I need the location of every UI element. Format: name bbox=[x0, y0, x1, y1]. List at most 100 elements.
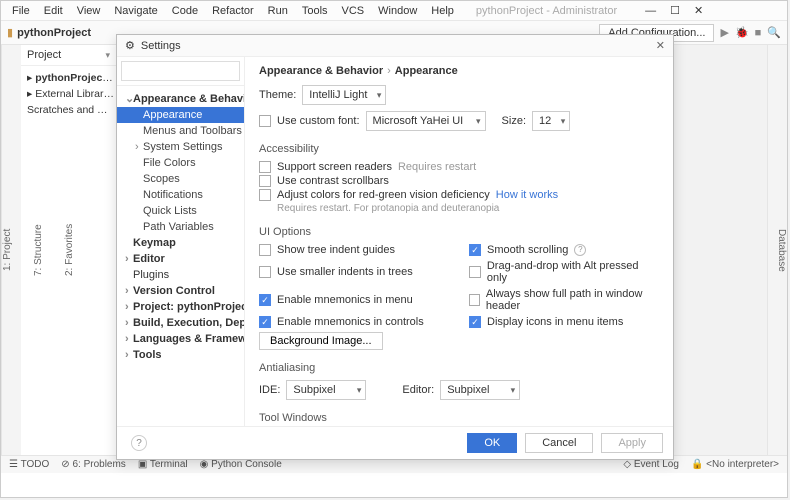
chevron-down-icon[interactable]: ▾ bbox=[105, 50, 110, 61]
ok-button[interactable]: OK bbox=[467, 433, 517, 453]
menu-edit[interactable]: Edit bbox=[39, 3, 68, 19]
settings-search-input[interactable] bbox=[121, 61, 240, 81]
menu-navigate[interactable]: Navigate bbox=[109, 3, 162, 19]
settings-tree-quick-lists[interactable]: Quick Lists bbox=[117, 203, 244, 219]
status-event-log[interactable]: ◇ Event Log bbox=[623, 459, 679, 470]
opt-label: Display icons in menu items bbox=[487, 316, 623, 328]
settings-tree-editor[interactable]: ›Editor bbox=[117, 251, 244, 267]
right-tool-strip: Database SciView bbox=[767, 45, 787, 455]
strip-project[interactable]: 1: Project bbox=[2, 229, 13, 271]
settings-tree-scopes[interactable]: Scopes bbox=[117, 171, 244, 187]
breadcrumb: Appearance & Behavior›Appearance bbox=[259, 65, 659, 77]
checkbox-display-icons-in-menu-items[interactable] bbox=[469, 316, 481, 328]
settings-tree-notifications[interactable]: Notifications bbox=[117, 187, 244, 203]
settings-tree-plugins[interactable]: Plugins bbox=[117, 267, 244, 283]
stop-icon[interactable]: ■ bbox=[755, 27, 762, 39]
close-icon[interactable]: ✕ bbox=[689, 2, 708, 19]
checkbox-always-show-full-path-in-window-header[interactable] bbox=[469, 294, 480, 306]
menu-window[interactable]: Window bbox=[373, 3, 422, 19]
status-todo[interactable]: ☰ TODO bbox=[9, 459, 49, 470]
checkbox-support-screen-readers[interactable] bbox=[259, 161, 271, 173]
menu-view[interactable]: View bbox=[72, 3, 106, 19]
menu-tools[interactable]: Tools bbox=[297, 3, 333, 19]
maximize-icon[interactable]: ☐ bbox=[665, 2, 685, 19]
checkbox-drag-and-drop-with-alt-pressed-only[interactable] bbox=[469, 266, 481, 278]
checkbox-smooth-scrolling[interactable] bbox=[469, 244, 481, 256]
status-terminal[interactable]: ▣ Terminal bbox=[138, 459, 188, 470]
project-panel-title: Project bbox=[27, 49, 61, 61]
strip-structure[interactable]: 7: Structure bbox=[33, 224, 44, 276]
settings-tree-menus-and-toolbars[interactable]: Menus and Toolbars bbox=[117, 123, 244, 139]
menubar: File Edit View Navigate Code Refactor Ru… bbox=[1, 1, 787, 21]
opt-label: Smooth scrolling bbox=[487, 244, 568, 256]
breadcrumb-project[interactable]: pythonProject bbox=[17, 27, 91, 39]
menu-code[interactable]: Code bbox=[167, 3, 203, 19]
section-antialiasing: Antialiasing bbox=[259, 362, 659, 374]
section-accessibility: Accessibility bbox=[259, 143, 659, 155]
menu-run[interactable]: Run bbox=[263, 3, 293, 19]
settings-tree-appearance-behavior[interactable]: ⌄Appearance & Behavior bbox=[117, 90, 244, 107]
settings-dialog: ⚙ Settings ✕ ⌄Appearance & BehaviorAppea… bbox=[116, 34, 674, 460]
debug-icon[interactable]: 🐞 bbox=[735, 26, 749, 39]
how-it-works-link[interactable]: How it works bbox=[496, 189, 558, 201]
help-icon[interactable]: ? bbox=[131, 435, 147, 451]
menu-file[interactable]: File bbox=[7, 3, 35, 19]
run-icon[interactable]: ▶ bbox=[720, 26, 728, 39]
checkbox-enable-mnemonics-in-controls[interactable] bbox=[259, 316, 271, 328]
status-python-console[interactable]: ◉ Python Console bbox=[200, 459, 282, 470]
opt-label: Use contrast scrollbars bbox=[277, 175, 389, 187]
settings-tree-project-pythonproject[interactable]: ›Project: pythonProject bbox=[117, 299, 244, 315]
status-problems[interactable]: ⊘ 6: Problems bbox=[61, 459, 126, 470]
cancel-button[interactable]: Cancel bbox=[525, 433, 593, 453]
settings-tree-version-control[interactable]: ›Version Control bbox=[117, 283, 244, 299]
status-interpreter[interactable]: 🔒 <No interpreter> bbox=[691, 459, 779, 470]
settings-tree-file-colors[interactable]: File Colors bbox=[117, 155, 244, 171]
settings-tree-keymap[interactable]: Keymap bbox=[117, 235, 244, 251]
opt-label: Use smaller indents in trees bbox=[277, 266, 413, 278]
section-tool-windows: Tool Windows bbox=[259, 412, 659, 424]
left-tool-strip: 1: Project 7: Structure 2: Favorites bbox=[1, 45, 21, 455]
window-title-hint: pythonProject - Administrator bbox=[471, 3, 622, 19]
settings-sidebar: ⌄Appearance & BehaviorAppearanceMenus an… bbox=[117, 57, 245, 426]
settings-tree-tools[interactable]: ›Tools bbox=[117, 347, 244, 363]
info-icon[interactable]: ? bbox=[574, 244, 586, 256]
opt-label: Support screen readers bbox=[277, 161, 392, 173]
checkbox-use-contrast-scrollbars[interactable] bbox=[259, 175, 271, 187]
strip-database[interactable]: Database bbox=[776, 229, 787, 272]
menu-vcs[interactable]: VCS bbox=[337, 3, 370, 19]
settings-tree-build-execution-deployment[interactable]: ›Build, Execution, Deployment bbox=[117, 315, 244, 331]
tree-root[interactable]: ▸ pythonProject C:\Users bbox=[23, 70, 114, 86]
menu-help[interactable]: Help bbox=[426, 3, 459, 19]
background-image-button[interactable]: Background Image... bbox=[259, 332, 383, 350]
menu-refactor[interactable]: Refactor bbox=[207, 3, 259, 19]
opt-label: Show tree indent guides bbox=[277, 244, 395, 256]
checkbox-enable-mnemonics-in-menu[interactable] bbox=[259, 294, 271, 306]
minimize-icon[interactable]: — bbox=[640, 3, 661, 19]
settings-content: Appearance & Behavior›Appearance Theme: … bbox=[245, 57, 673, 426]
opt-label: Adjust colors for red-green vision defic… bbox=[277, 189, 490, 201]
custom-font-select[interactable]: Microsoft YaHei UI bbox=[366, 111, 486, 131]
checkbox-use-smaller-indents-in-trees[interactable] bbox=[259, 266, 271, 278]
settings-tree-system-settings[interactable]: ›System Settings bbox=[117, 139, 244, 155]
apply-button[interactable]: Apply bbox=[601, 433, 663, 453]
custom-font-label: Use custom font: bbox=[277, 115, 360, 127]
search-icon[interactable]: 🔍 bbox=[767, 26, 781, 39]
accessibility-note: Requires restart. For protanopia and deu… bbox=[277, 203, 659, 214]
opt-label: Always show full path in window header bbox=[486, 288, 659, 312]
checkbox-show-tree-indent-guides[interactable] bbox=[259, 244, 271, 256]
aa-ide-select[interactable]: Subpixel bbox=[286, 380, 366, 400]
checkbox-adjust-colors-for-red-green-vision-deficiency[interactable] bbox=[259, 189, 271, 201]
font-size-select[interactable]: 12 bbox=[532, 111, 570, 131]
opt-label: Enable mnemonics in controls bbox=[277, 316, 424, 328]
tree-ext-libs[interactable]: ▸ External Libraries bbox=[23, 86, 114, 102]
tree-scratches[interactable]: Scratches and Consoles bbox=[23, 102, 114, 118]
theme-select[interactable]: IntelliJ Light bbox=[302, 85, 386, 105]
settings-tree-path-variables[interactable]: Path Variables bbox=[117, 219, 244, 235]
settings-tree-appearance[interactable]: Appearance bbox=[117, 107, 244, 123]
folder-icon: ▮ bbox=[7, 26, 13, 39]
dialog-close-icon[interactable]: ✕ bbox=[656, 39, 665, 52]
strip-favorites[interactable]: 2: Favorites bbox=[64, 224, 75, 276]
aa-editor-select[interactable]: Subpixel bbox=[440, 380, 520, 400]
settings-tree-languages-frameworks[interactable]: ›Languages & Frameworks bbox=[117, 331, 244, 347]
custom-font-checkbox[interactable] bbox=[259, 115, 271, 127]
